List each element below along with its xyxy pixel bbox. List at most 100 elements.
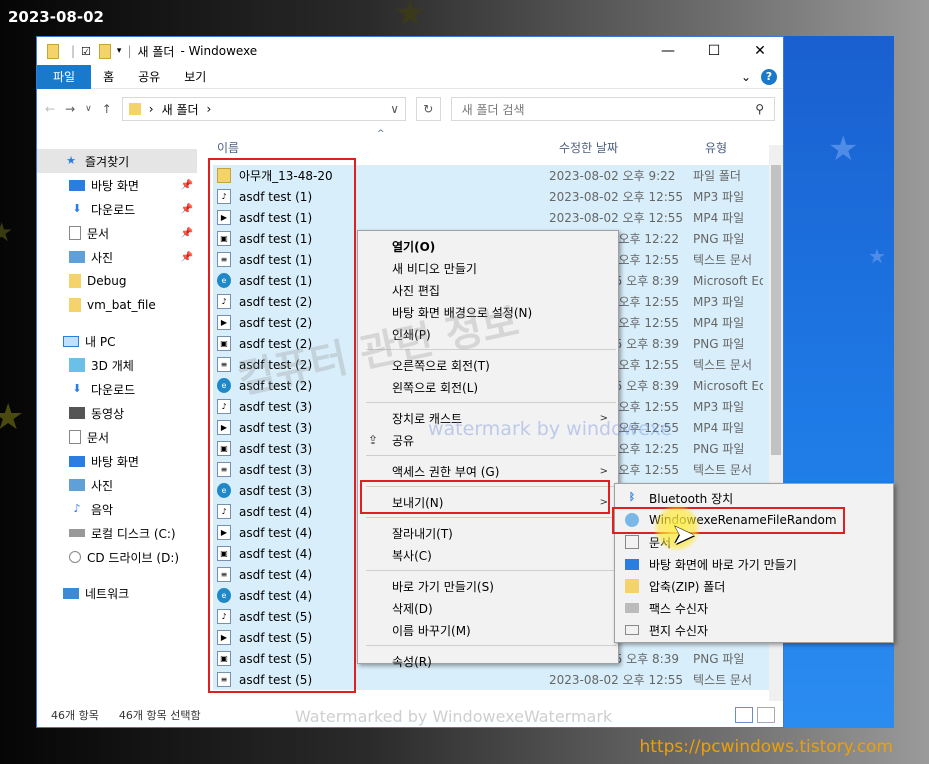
pin-icon[interactable]: 📌 <box>181 228 193 239</box>
view-buttons <box>735 707 783 723</box>
menu-item-new-video[interactable]: 새 비디오 만들기 <box>358 257 618 279</box>
file-type: PNG 파일 <box>693 232 745 246</box>
nav-label: 네트워크 <box>85 586 130 601</box>
nav-label: 로컬 디스크 (C:) <box>91 526 176 541</box>
submenu-item-bluetooth[interactable]: ᛒ Bluetooth 장치 <box>615 487 893 509</box>
submenu-item-mail[interactable]: 편지 수신자 <box>615 619 893 641</box>
file-type: 텍스트 문서 <box>693 673 753 687</box>
file-date: 2023-08-02 오후 9:22 <box>549 169 676 183</box>
ribbon: 파일 홈 공유 보기 ⌄ ? <box>37 64 783 89</box>
nav-item-pc-downloads[interactable]: ⬇ 다운로드 <box>37 377 197 401</box>
divider: | <box>127 44 132 58</box>
maximize-button[interactable]: ☐ <box>691 37 737 65</box>
new-folder-icon[interactable] <box>98 43 111 59</box>
nav-item-pc-pictures[interactable]: 사진 <box>37 473 197 497</box>
breadcrumb-separator-icon: › <box>148 102 154 116</box>
menu-item-open[interactable]: 열기(O) <box>358 235 618 257</box>
nav-network[interactable]: 네트워크 <box>37 581 197 605</box>
help-icon[interactable]: ? <box>761 68 777 85</box>
folder-icon <box>69 298 81 312</box>
address-bar[interactable]: › 새 폴더 › ∨ <box>121 97 406 121</box>
picture-icon <box>69 479 85 491</box>
column-header-type[interactable]: 유형 <box>705 139 727 156</box>
menu-item-properties[interactable]: 속성(R) <box>358 650 618 672</box>
pin-icon[interactable]: 📌 <box>181 204 193 215</box>
menu-item-delete[interactable]: 삭제(D) <box>358 597 618 619</box>
menu-item-rename[interactable]: 이름 바꾸기(M) <box>358 619 618 641</box>
nav-item-downloads[interactable]: ⬇ 다운로드 📌 <box>37 197 197 221</box>
selected-count: 46개 항목 선택함 <box>118 709 201 722</box>
document-icon <box>625 535 639 549</box>
picture-icon <box>69 251 85 263</box>
file-date: 2023-08-02 오후 12:55 <box>549 190 684 204</box>
download-arrow-icon: ⬇ <box>72 382 82 395</box>
nav-item-documents[interactable]: 문서 📌 <box>37 221 197 245</box>
breadcrumb-separator-icon[interactable]: › <box>207 102 212 116</box>
large-icons-view-icon[interactable] <box>757 707 775 723</box>
submenu-item-fax[interactable]: 팩스 수신자 <box>615 597 893 619</box>
star-decoration-icon: ★ <box>828 129 859 169</box>
nav-item-pictures[interactable]: 사진 📌 <box>37 245 197 269</box>
expand-ribbon-icon[interactable]: ⌄ <box>741 70 751 84</box>
highlight-box-send-to <box>360 480 610 514</box>
breadcrumb-folder[interactable]: 새 폴더 <box>162 101 199 118</box>
up-arrow-icon[interactable]: ↑ <box>102 102 112 116</box>
nav-label: 사진 <box>91 478 114 493</box>
nav-label: Debug <box>87 274 127 288</box>
nav-item-cd-drive[interactable]: CD 드라이브 (D:) <box>37 545 197 569</box>
nav-item-pc-desktop[interactable]: 바탕 화면 <box>37 449 197 473</box>
nav-item-pc-documents[interactable]: 문서 <box>37 425 197 449</box>
chevron-down-icon[interactable]: ▾ <box>117 46 122 56</box>
chevron-down-icon[interactable]: ∨ <box>390 102 399 116</box>
pin-icon[interactable]: 📌 <box>181 252 193 263</box>
menu-item-cut[interactable]: 잘라내기(T) <box>358 522 618 544</box>
menu-item-create-shortcut[interactable]: 바로 가기 만들기(S) <box>358 575 618 597</box>
nav-this-pc[interactable]: 내 PC <box>37 329 197 353</box>
star-decoration-icon: ★ <box>0 397 25 438</box>
column-header-name[interactable]: 이름 <box>217 139 239 156</box>
forward-arrow-icon[interactable]: → <box>65 102 75 116</box>
star-decoration-icon: ★ <box>394 0 427 34</box>
download-arrow-icon: ⬇ <box>72 202 82 215</box>
scrollbar-thumb[interactable] <box>771 165 781 455</box>
properties-icon[interactable]: ☑ <box>81 45 91 58</box>
tab-share[interactable]: 공유 <box>126 65 172 89</box>
menu-separator <box>366 402 616 403</box>
column-header-date[interactable]: 수정한 날짜 <box>559 139 618 156</box>
menu-item-give-access[interactable]: 액세스 권한 부여 (G) > <box>358 460 618 482</box>
tab-view[interactable]: 보기 <box>172 65 218 89</box>
nav-item-desktop[interactable]: 바탕 화면 📌 <box>37 173 197 197</box>
submenu-item-zip[interactable]: 압축(ZIP) 폴더 <box>615 575 893 597</box>
search-input[interactable]: 새 폴더 검색 ⚲ <box>450 97 775 121</box>
refresh-button[interactable]: ↻ <box>415 97 441 121</box>
details-view-icon[interactable] <box>735 707 753 723</box>
tab-file[interactable]: 파일 <box>37 64 92 89</box>
submenu-item-desktop-shortcut[interactable]: 바탕 화면에 바로 가기 만들기 <box>615 553 893 575</box>
minimize-button[interactable]: — <box>645 37 691 65</box>
star-decoration-icon: ★ <box>868 244 886 268</box>
nav-item-local-disk[interactable]: 로컬 디스크 (C:) <box>37 521 197 545</box>
nav-label: 바탕 화면 <box>91 454 139 469</box>
nav-item-music[interactable]: ♪ 음악 <box>37 497 197 521</box>
navigation-pane: ★ 즐겨찾기 바탕 화면 📌 ⬇ 다운로드 📌 문서 📌 사진 📌 Debug <box>37 149 197 605</box>
menu-item-copy[interactable]: 복사(C) <box>358 544 618 566</box>
nav-item-3d-objects[interactable]: 3D 개체 <box>37 353 197 377</box>
pin-icon[interactable]: 📌 <box>181 180 193 191</box>
nav-label: 바탕 화면 <box>91 178 139 193</box>
back-arrow-icon[interactable]: ← <box>45 102 55 116</box>
menu-item-rotate-left[interactable]: 왼쪽으로 회전(L) <box>358 376 618 398</box>
nav-item-vm-bat-file[interactable]: vm_bat_file <box>37 293 197 317</box>
submenu-label: 바탕 화면에 바로 가기 만들기 <box>649 557 797 572</box>
menu-separator <box>366 455 616 456</box>
nav-quick-access[interactable]: ★ 즐겨찾기 <box>37 149 197 173</box>
nav-item-videos[interactable]: 동영상 <box>37 401 197 425</box>
address-row: ← → ∨ ↑ › 새 폴더 › ∨ ↻ 새 폴더 검색 ⚲ <box>37 89 783 129</box>
nav-item-debug[interactable]: Debug <box>37 269 197 293</box>
file-date: 2023-08-02 오후 12:55 <box>549 673 684 687</box>
tab-home[interactable]: 홈 <box>91 65 126 89</box>
document-icon <box>69 226 81 240</box>
mouse-cursor-icon: ➤ <box>672 518 696 551</box>
recent-chevron-icon[interactable]: ∨ <box>85 104 92 114</box>
close-button[interactable]: ✕ <box>737 37 783 65</box>
